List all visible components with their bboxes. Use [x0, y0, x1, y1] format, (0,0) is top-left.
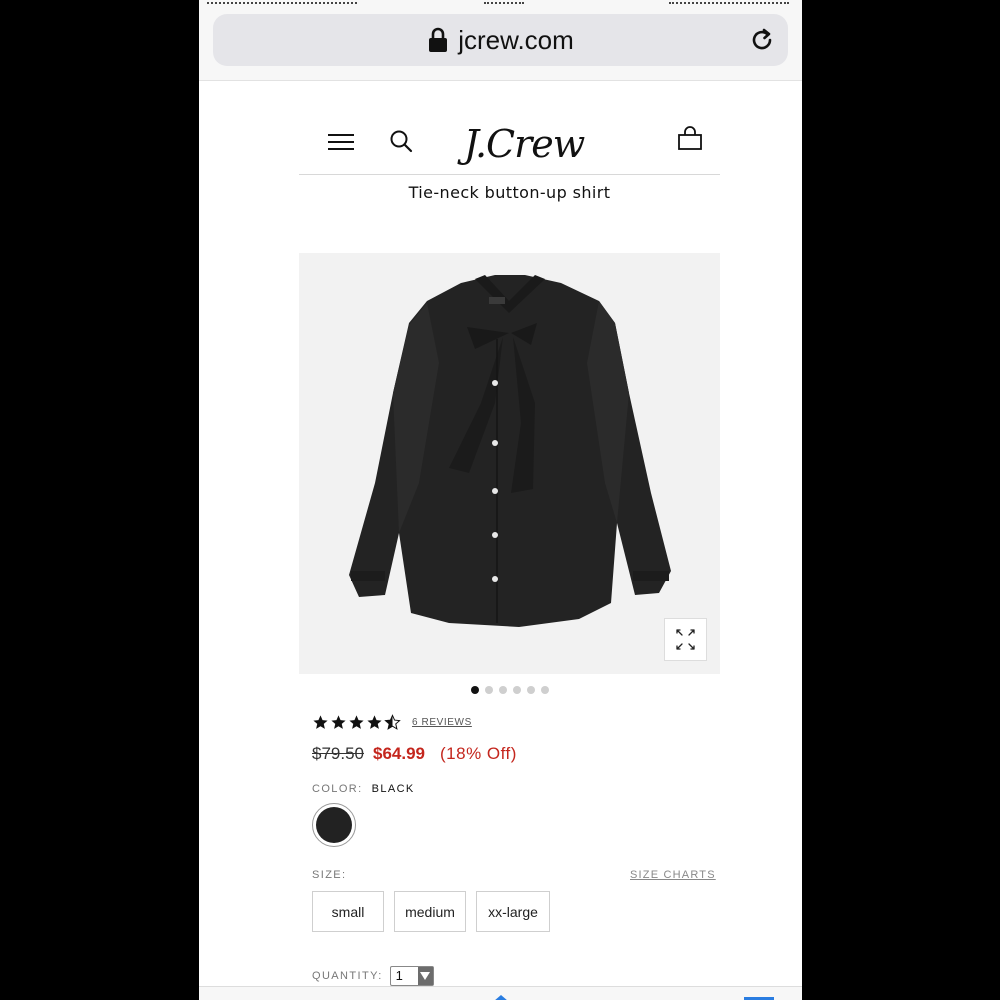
- site-header: J.Crew: [299, 116, 720, 175]
- pagination-dot-2[interactable]: [485, 686, 493, 694]
- expand-icon: [676, 629, 695, 650]
- address-bar[interactable]: jcrew.com: [213, 14, 788, 66]
- reviews-link[interactable]: 6 REVIEWS: [412, 717, 472, 728]
- url-text: jcrew.com: [458, 24, 574, 55]
- product-title: Tie-neck button-up shirt: [408, 183, 611, 202]
- size-options: small medium xx-large: [312, 891, 550, 932]
- half-star-icon: [384, 713, 401, 730]
- shirt-illustration: [349, 275, 671, 627]
- hamburger-menu-icon[interactable]: [328, 132, 354, 152]
- pagination-dot-6[interactable]: [541, 686, 549, 694]
- pagination-dot-4[interactable]: [513, 686, 521, 694]
- size-button-xx-large[interactable]: xx-large: [476, 891, 550, 932]
- color-value: BLACK: [371, 783, 415, 795]
- star-icon: [349, 714, 364, 729]
- quantity-select[interactable]: 1: [389, 966, 434, 986]
- shopping-bag-icon[interactable]: [677, 126, 703, 152]
- browser-bottom-bar: [199, 986, 802, 1000]
- quantity-label: QUANTITY:: [312, 970, 383, 982]
- product-image[interactable]: [299, 253, 720, 674]
- pagination-dot-3[interactable]: [499, 686, 507, 694]
- color-row: COLOR: BLACK: [312, 783, 415, 795]
- rating: 6 REVIEWS: [312, 711, 472, 733]
- size-label: SIZE:: [312, 869, 347, 881]
- quantity-row: QUANTITY: 1: [312, 966, 434, 986]
- price-row: $79.50 $64.99 (18% Off): [312, 744, 517, 770]
- quantity-value: 1: [395, 968, 403, 983]
- jcrew-logo[interactable]: J.Crew: [459, 118, 589, 178]
- status-bar: [199, 0, 802, 4]
- star-icon: [331, 714, 346, 729]
- search-icon[interactable]: [389, 129, 413, 153]
- phone-screen: jcrew.com J.Crew Tie-neck button-up shir…: [199, 0, 802, 1000]
- star-icon: [367, 714, 382, 729]
- share-icon[interactable]: [494, 995, 508, 1000]
- size-charts-link[interactable]: SIZE CHARTS: [630, 869, 716, 881]
- image-pagination: [471, 686, 549, 696]
- discount-label: (18% Off): [440, 744, 517, 763]
- size-button-medium[interactable]: medium: [394, 891, 466, 932]
- pagination-dot-1[interactable]: [471, 686, 479, 694]
- size-button-small[interactable]: small: [312, 891, 384, 932]
- sale-price: $64.99: [373, 744, 425, 763]
- pagination-dot-5[interactable]: [527, 686, 535, 694]
- original-price: $79.50: [312, 744, 364, 763]
- color-swatch-black[interactable]: [312, 803, 356, 847]
- browser-toolbar: jcrew.com: [199, 0, 802, 81]
- lock-icon: [429, 27, 448, 52]
- swatch-fill: [316, 807, 352, 843]
- star-icon: [313, 714, 328, 729]
- color-label: COLOR:: [312, 783, 363, 795]
- expand-image-button[interactable]: [664, 618, 707, 661]
- reload-icon[interactable]: [748, 26, 776, 54]
- chevron-down-icon: [417, 967, 433, 985]
